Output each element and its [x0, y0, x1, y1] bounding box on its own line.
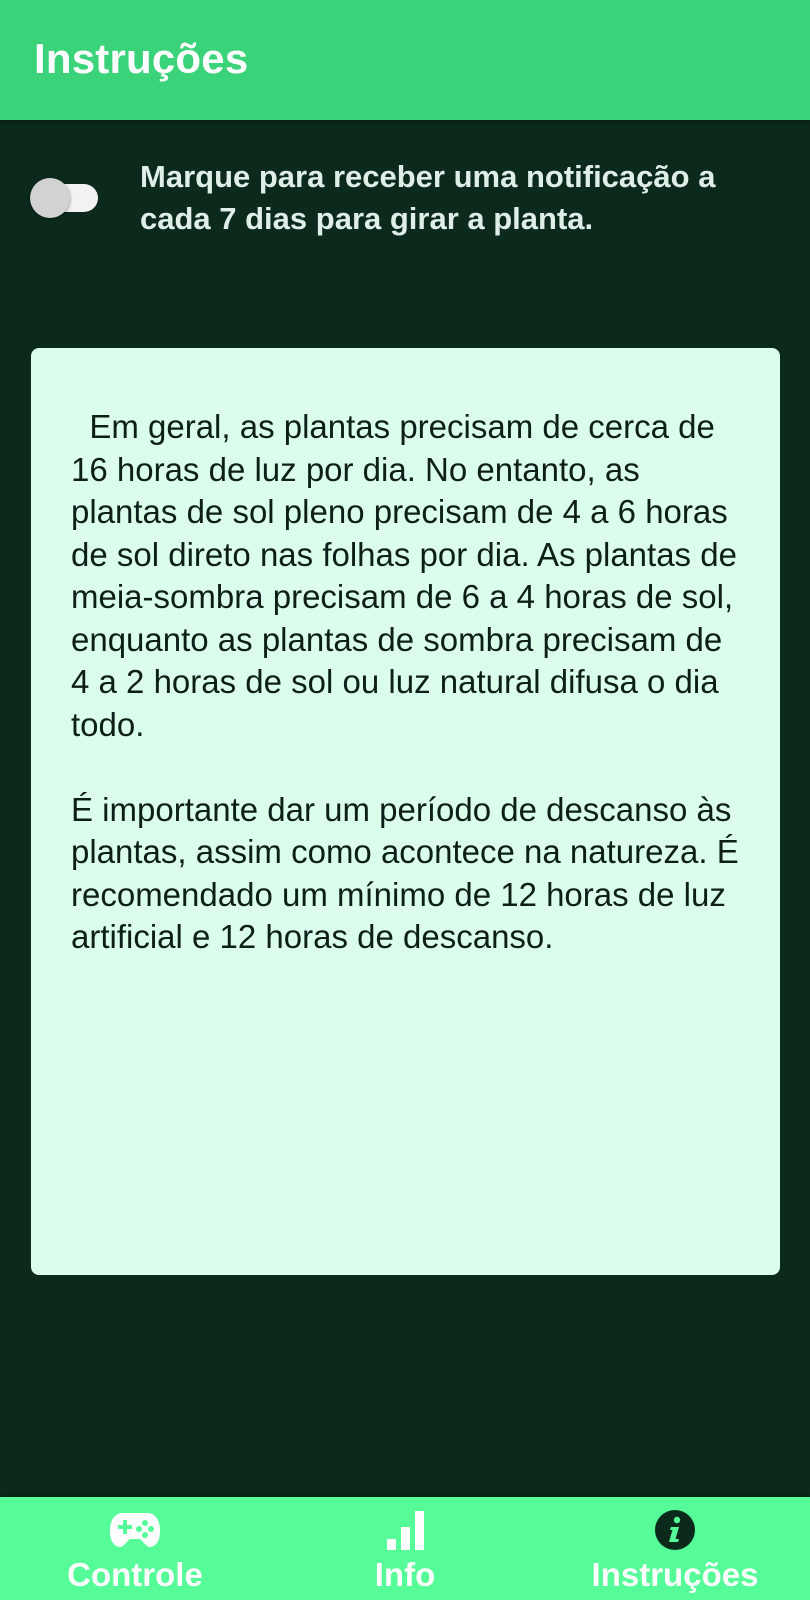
bottom-navigation: Controle Info Instruções: [0, 1497, 810, 1600]
app-bar: Instruções: [0, 0, 810, 120]
nav-label-controle: Controle: [67, 1556, 203, 1593]
nav-item-instrucoes[interactable]: Instruções: [540, 1497, 810, 1600]
notification-label: Marque para receber uma notificação a ca…: [140, 159, 716, 236]
nav-label-info: Info: [374, 1556, 436, 1593]
gamepad-icon: [109, 1509, 161, 1554]
info-icon: [654, 1509, 696, 1556]
notification-toggle[interactable]: [30, 178, 98, 218]
nav-item-info[interactable]: Info: [270, 1497, 540, 1600]
instructions-paragraph-rest: É importante dar um período de descanso …: [71, 790, 739, 956]
instructions-card: Em geral, as plantas precisam de cerca d…: [31, 348, 780, 1275]
instructions-paragraph-light: Em geral, as plantas precisam de cerca d…: [71, 406, 744, 746]
page-title: Instruções: [34, 35, 249, 82]
nav-label-instrucoes: Instruções: [591, 1556, 759, 1593]
bar-chart-icon: [383, 1509, 427, 1556]
nav-item-controle[interactable]: Controle: [0, 1497, 270, 1600]
toggle-thumb: [30, 178, 70, 218]
paragraph-text: Em geral, as plantas precisam de cerca d…: [71, 408, 737, 743]
notification-setting: Marque para receber uma notificação a ca…: [0, 150, 810, 260]
